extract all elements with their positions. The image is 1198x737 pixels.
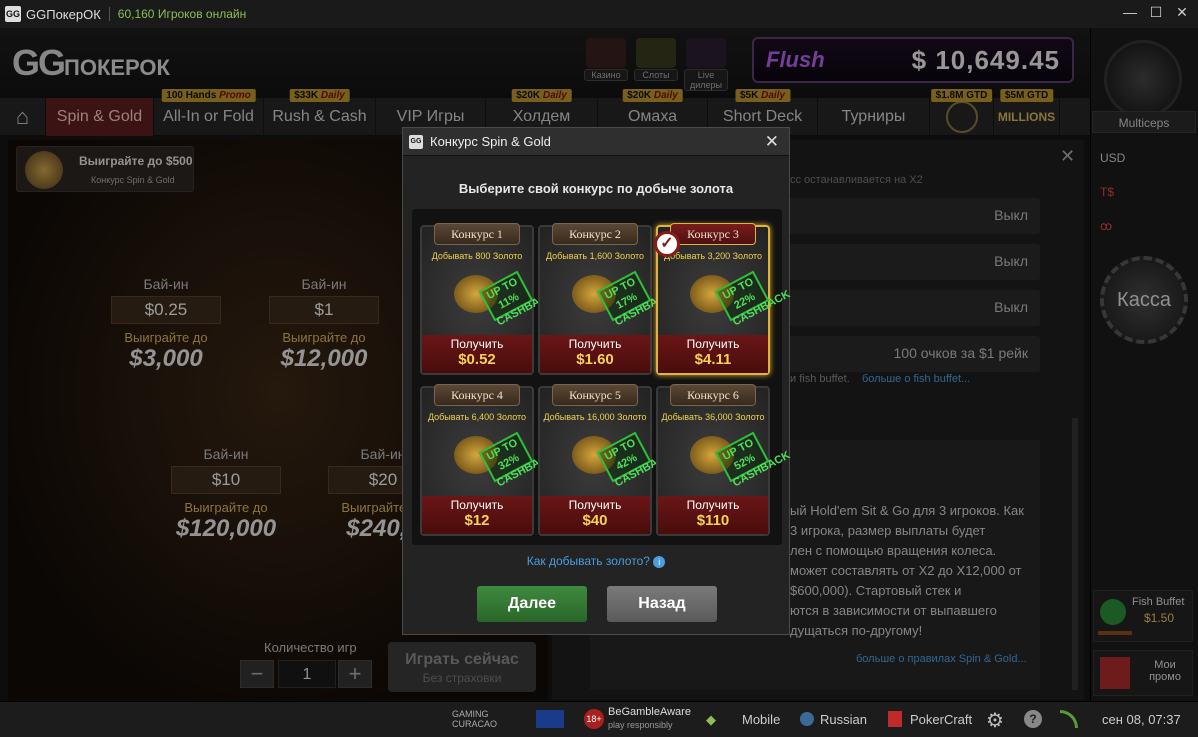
gear-icon[interactable]: ⚙ — [986, 708, 1004, 733]
android-apple-icon: ◆ — [706, 712, 716, 727]
modal-close-icon[interactable]: ✕ — [765, 132, 779, 152]
contest-footer: Получить $0.52 — [422, 335, 532, 373]
language-selector[interactable]: Russian — [820, 712, 867, 727]
help-icon[interactable]: ? — [1024, 710, 1042, 728]
contest-card[interactable]: Конкурс 5 Добывать 16,000 Золото UP TO 42%… — [538, 384, 674, 536]
contest-footer: Получить $12 — [422, 496, 532, 534]
contest-footer: Получить $40 — [540, 496, 650, 534]
get-label: Получить — [450, 337, 504, 351]
contest-goal: Добывать 36,000 Золото — [661, 412, 765, 422]
get-label: Получить — [686, 498, 740, 512]
contest-prize: $1.60 — [576, 351, 614, 368]
close-window-button[interactable]: ✕ — [1172, 4, 1192, 21]
minimize-button[interactable]: — — [1120, 4, 1140, 20]
contest-name: Конкурс 4 — [434, 384, 520, 406]
contest-name: Конкурс 1 — [434, 223, 520, 245]
begambleaware-link[interactable]: BeGambleAware — [608, 706, 691, 718]
contest-name: Конкурс 3 — [670, 223, 756, 245]
pokercraft-icon — [888, 711, 902, 727]
contest-card[interactable]: Конкурс 3 Добывать 3,200 Золото UP TO 22% … — [654, 223, 792, 375]
contest-card[interactable]: Конкурс 1 Добывать 800 Золото UP TO 11% CA… — [420, 223, 556, 375]
contest-name: Конкурс 2 — [552, 223, 638, 245]
age-badge: 18+ — [584, 709, 604, 729]
get-label: Получить — [450, 498, 504, 512]
globe-icon — [800, 712, 814, 726]
contest-footer: Получить $4.11 — [658, 335, 768, 373]
signal-icon — [1060, 710, 1078, 728]
contest-prize: $40 — [582, 512, 608, 529]
modal-header: GG Конкурс Spin & Gold ✕ — [403, 128, 789, 156]
contest-prize: $110 — [696, 512, 730, 529]
online-count: 60,160 Игроков онлайн — [117, 7, 247, 21]
get-label: Получить — [568, 498, 622, 512]
contest-goal: Добывать 16,000 Золото — [543, 412, 647, 422]
gaming-curacao-badge[interactable]: GAMING CURACAO — [452, 709, 532, 729]
app-title: GGПокерОК — [26, 6, 101, 22]
pokercraft-link[interactable]: PokerCraft — [910, 712, 972, 727]
contest-goal: Добывать 1,600 Золото — [545, 251, 645, 261]
contest-prize: $12 — [464, 512, 490, 529]
contest-card[interactable]: Конкурс 2 Добывать 1,600 Золото UP TO 17% … — [538, 223, 674, 375]
title-bar: GG GGПокерОК 60,160 Игроков онлайн — ☐ ✕ — [0, 0, 1198, 28]
app-logo-icon: GG — [5, 6, 21, 22]
contest-modal: GG Конкурс Spin & Gold ✕ Выберите свой к… — [402, 127, 792, 635]
contest-footer: Получить $110 — [658, 496, 768, 534]
get-label: Получить — [568, 337, 622, 351]
next-button[interactable]: Далее — [477, 586, 587, 622]
contest-prize: $4.11 — [694, 351, 732, 368]
modal-subtitle: Выберите свой конкурс по добыче золота — [458, 181, 734, 196]
app-logo-icon: GG — [409, 134, 423, 149]
contest-name: Конкурс 6 — [670, 384, 756, 406]
clock: сен 08, 07:37 — [1102, 712, 1181, 727]
get-label: Получить — [686, 337, 740, 351]
contest-goal: Добывать 6,400 Золото — [427, 412, 527, 422]
contest-grid: Конкурс 1 Добывать 800 Золото UP TO 11% CA… — [412, 209, 792, 545]
how-to-link[interactable]: Как добывать золото? i — [403, 554, 789, 568]
contest-card[interactable]: Конкурс 6 Добывать 36,000 Золото UP TO 52%… — [656, 384, 792, 536]
info-icon: i — [653, 556, 666, 568]
curacao-flag-icon — [536, 710, 564, 728]
contest-footer: Получить $1.60 — [540, 335, 650, 373]
mobile-link[interactable]: Mobile — [742, 712, 780, 727]
contest-prize: $0.52 — [458, 351, 496, 368]
bottom-bar: GAMING CURACAO 18+ BeGambleAware play re… — [0, 701, 1198, 737]
contest-name: Конкурс 5 — [552, 384, 638, 406]
contest-card[interactable]: Конкурс 4 Добывать 6,400 Золото UP TO 32% … — [420, 384, 556, 536]
checkmark-icon: ✓ — [654, 231, 680, 257]
contest-goal: Добывать 800 Золото — [431, 251, 523, 261]
maximize-button[interactable]: ☐ — [1146, 4, 1166, 21]
modal-title: Конкурс Spin & Gold — [430, 134, 551, 149]
back-button[interactable]: Назад — [607, 586, 717, 622]
